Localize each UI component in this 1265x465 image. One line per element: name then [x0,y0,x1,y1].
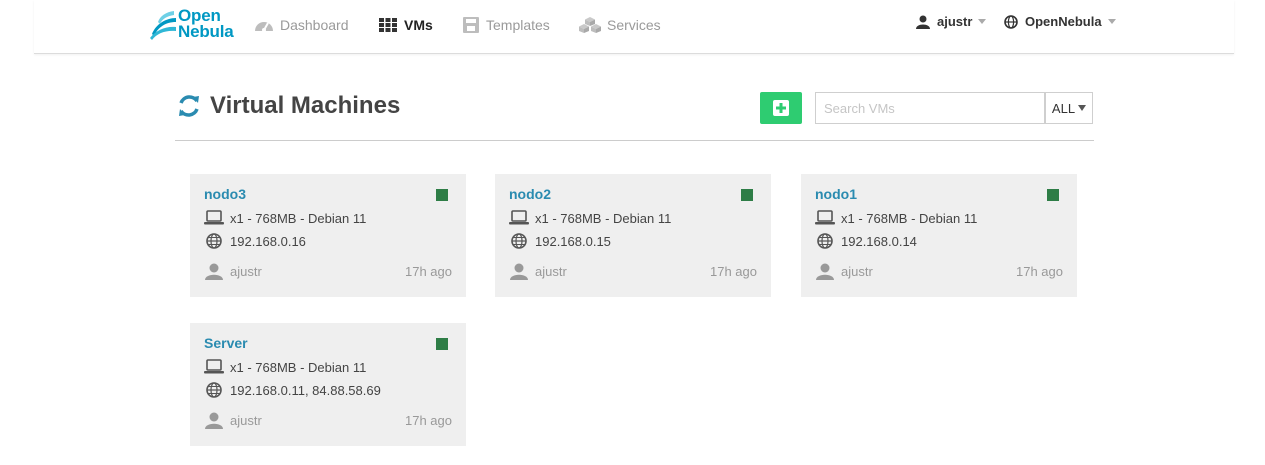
nav-templates[interactable]: Templates [462,14,550,36]
globe-icon [1004,14,1018,29]
vm-spec: x1 - 768MB - Debian 11 [230,210,367,226]
vm-owner-row: ajustr [204,263,262,280]
laptop-icon [815,210,835,225]
vm-spec-row: x1 - 768MB - Debian 11 [204,210,366,226]
vm-age: 17h ago [710,264,757,279]
user-icon [205,412,223,429]
refresh-icon[interactable] [176,93,202,119]
zone-menu-label: OpenNebula [1025,14,1102,29]
vm-spec: x1 - 768MB - Debian 11 [535,210,672,226]
vm-name[interactable]: nodo2 [509,186,551,202]
vm-card[interactable]: nodo1 x1 - 768MB - Debian 11 192.168.0.1… [801,174,1077,297]
vm-age: 17h ago [405,413,452,428]
cubes-icon [579,17,601,33]
title-divider [175,140,1094,141]
nav-templates-label: Templates [486,17,550,33]
vm-owner: ajustr [535,264,567,279]
vm-spec-row: x1 - 768MB - Debian 11 [509,210,671,226]
save-icon [463,17,479,33]
chevron-down-icon [1107,19,1116,24]
laptop-icon [204,359,224,374]
nav-vms-label: VMs [404,17,433,33]
vm-card[interactable]: Server x1 - 768MB - Debian 11 192.168.0.… [190,323,466,446]
vm-ips-row: 192.168.0.11, 84.88.58.69 [204,382,381,398]
opennebula-logo[interactable] [148,8,178,42]
user-icon [205,263,223,280]
nav-dashboard[interactable]: Dashboard [254,14,349,36]
status-running-indicator [436,338,448,350]
user-menu[interactable]: ajustr [916,14,987,29]
vm-age: 17h ago [1016,264,1063,279]
nav-dashboard-label: Dashboard [280,17,349,33]
user-icon [510,263,528,280]
vm-ips-row: 192.168.0.16 [204,233,306,249]
vm-name[interactable]: nodo1 [815,186,857,202]
nav-vms[interactable]: VMs [378,14,433,36]
add-vm-button[interactable] [760,92,802,124]
chevron-down-icon [1078,105,1087,111]
brand-wordmark[interactable]: Open Nebula [178,7,234,41]
status-running-indicator [1047,189,1059,201]
vm-ips: 192.168.0.14 [841,233,917,249]
plus-square-icon [773,100,789,116]
top-navbar: Open Nebula Dashboard VMs Templates Serv… [34,0,1234,54]
dashboard-icon [255,22,273,32]
laptop-icon [509,210,529,225]
vm-ips: 192.168.0.16 [230,233,306,249]
page-header: Virtual Machines [176,92,400,120]
vm-ips-row: 192.168.0.14 [815,233,917,249]
zone-menu[interactable]: OpenNebula [1004,14,1116,29]
vm-card[interactable]: nodo3 x1 - 768MB - Debian 11 192.168.0.1… [190,174,466,297]
filter-select[interactable]: ALL [1045,92,1093,124]
filter-select-label: ALL [1051,100,1076,116]
vm-spec: x1 - 768MB - Debian 11 [841,210,978,226]
vm-age: 17h ago [405,264,452,279]
vm-name[interactable]: nodo3 [204,186,246,202]
user-icon [916,15,930,29]
vm-owner-row: ajustr [815,263,873,280]
vm-owner: ajustr [230,413,262,428]
nav-services-label: Services [607,17,661,33]
status-running-indicator [436,189,448,201]
vm-spec: x1 - 768MB - Debian 11 [230,359,367,375]
globe-icon [511,233,527,249]
globe-icon [206,233,222,249]
grid-icon [379,18,397,32]
vm-ips-row: 192.168.0.15 [509,233,611,249]
vm-card[interactable]: nodo2 x1 - 768MB - Debian 11 192.168.0.1… [495,174,771,297]
globe-icon [206,382,222,398]
user-menu-label: ajustr [937,14,973,29]
vm-ips: 192.168.0.15 [535,233,611,249]
laptop-icon [204,210,224,225]
brand-line-2: Nebula [178,22,234,41]
vm-spec-row: x1 - 768MB - Debian 11 [815,210,977,226]
chevron-down-icon [978,19,987,24]
vm-ips: 192.168.0.11, 84.88.58.69 [230,382,381,398]
globe-icon [817,233,833,249]
page-title: Virtual Machines [210,92,401,119]
vm-owner-row: ajustr [204,412,262,429]
user-icon [816,263,834,280]
search-input[interactable] [815,92,1045,124]
vm-owner: ajustr [841,264,873,279]
nav-services[interactable]: Services [579,14,661,36]
vm-name[interactable]: Server [204,335,248,351]
vm-spec-row: x1 - 768MB - Debian 11 [204,359,366,375]
vm-owner: ajustr [230,264,262,279]
status-running-indicator [741,189,753,201]
vm-owner-row: ajustr [509,263,567,280]
